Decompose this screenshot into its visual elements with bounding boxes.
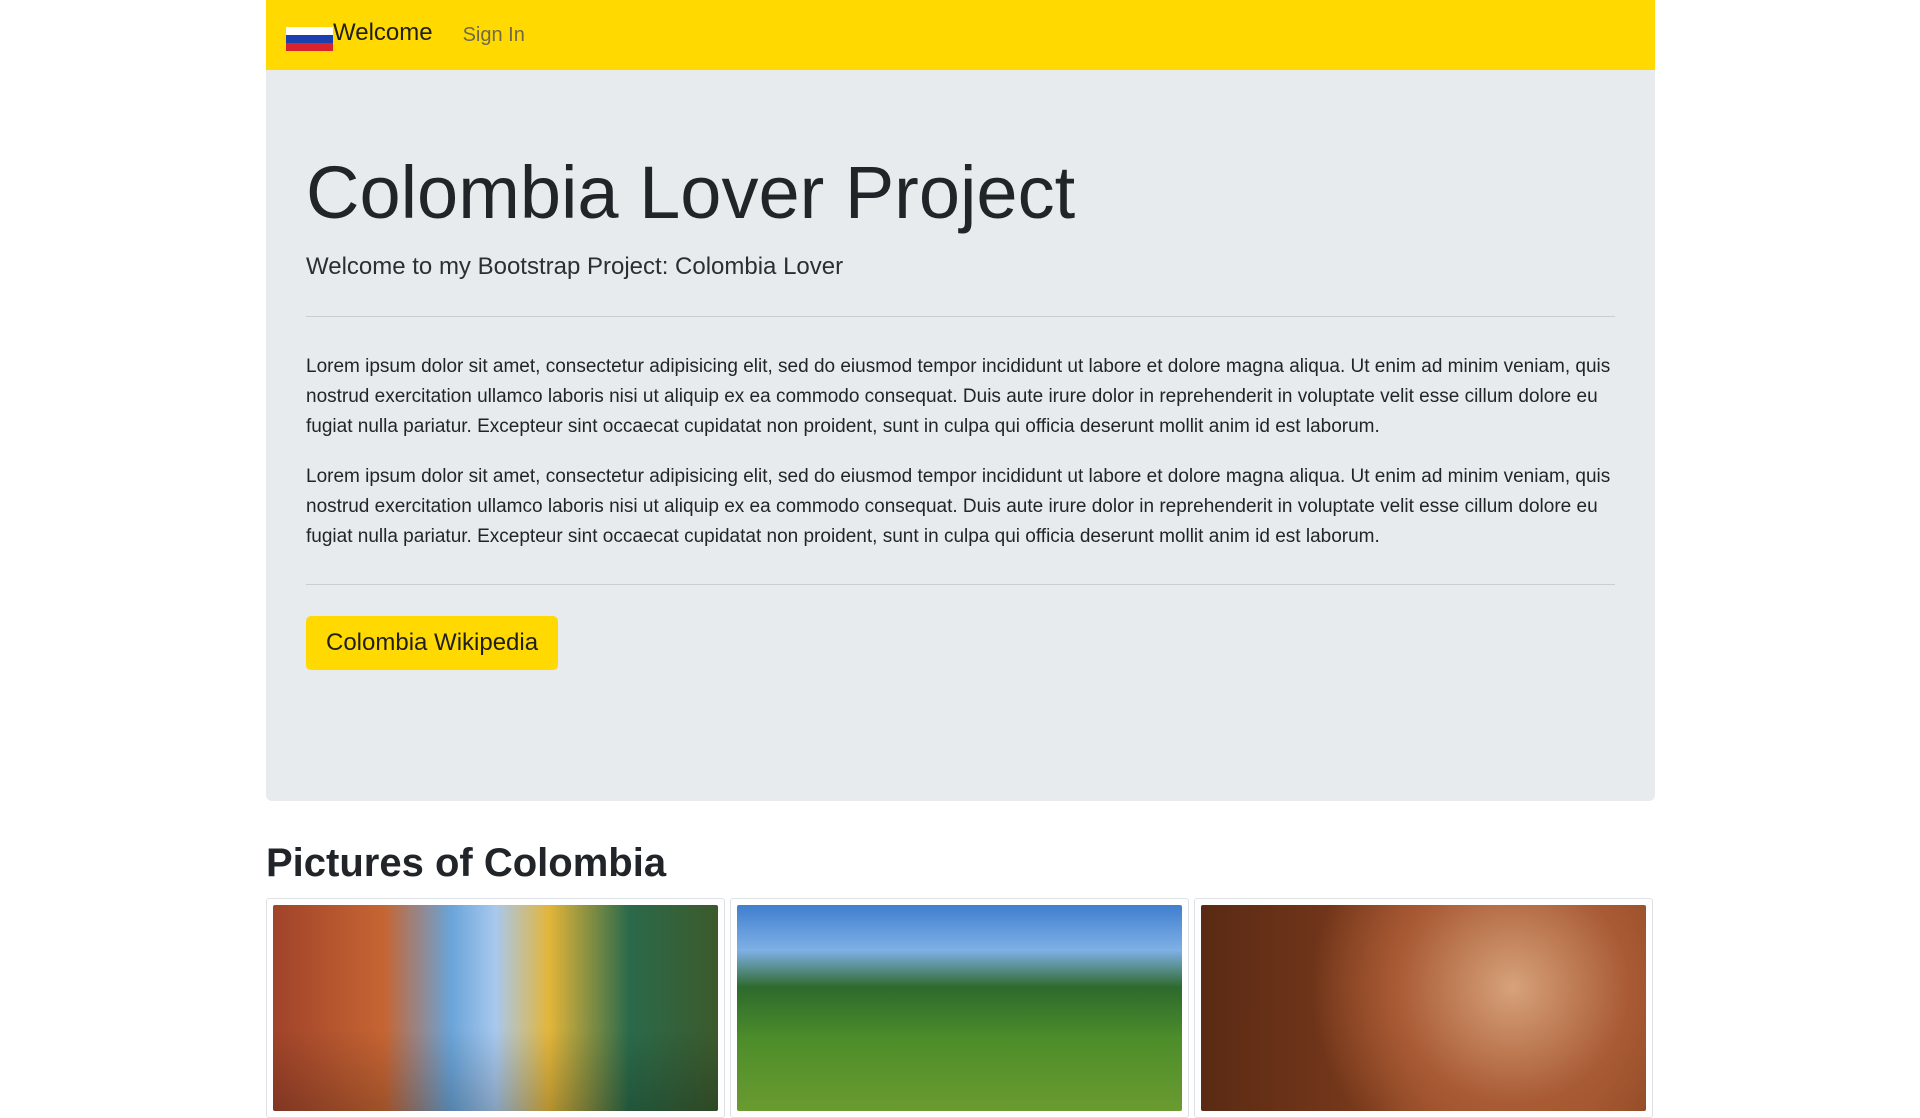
jumbotron: Colombia Lover Project Welcome to my Boo… xyxy=(266,70,1655,801)
hillside-person-photo xyxy=(737,905,1182,1111)
gallery-thumbnail[interactable] xyxy=(1194,898,1653,1118)
colombia-flag-icon[interactable] xyxy=(286,26,333,52)
navbar: Welcome Sign In xyxy=(266,0,1655,70)
gallery-thumbnail[interactable] xyxy=(730,898,1189,1118)
pictures-heading: Pictures of Colombia xyxy=(266,841,667,885)
navbar-brand[interactable]: Welcome xyxy=(333,19,433,47)
city-street-photo xyxy=(273,905,718,1111)
divider-top xyxy=(306,316,1615,318)
wikipedia-button[interactable]: Colombia Wikipedia xyxy=(306,616,559,671)
divider-bottom xyxy=(306,584,1615,586)
intro-paragraph-2: Lorem ipsum dolor sit amet, consectetur … xyxy=(306,466,1611,548)
intro-paragraph-1: Lorem ipsum dolor sit amet, consectetur … xyxy=(306,356,1611,438)
pictures-gallery xyxy=(266,898,1655,1118)
page-title: Colombia Lover Project xyxy=(306,151,1076,234)
page-subtitle: Welcome to my Bootstrap Project: Colombi… xyxy=(306,253,844,281)
cocoa-beans-photo xyxy=(1201,905,1646,1111)
page-container: Welcome Sign In Colombia Lover Project W… xyxy=(266,0,1655,1118)
gallery-thumbnail[interactable] xyxy=(266,898,725,1118)
sign-in-link[interactable]: Sign In xyxy=(463,24,525,47)
